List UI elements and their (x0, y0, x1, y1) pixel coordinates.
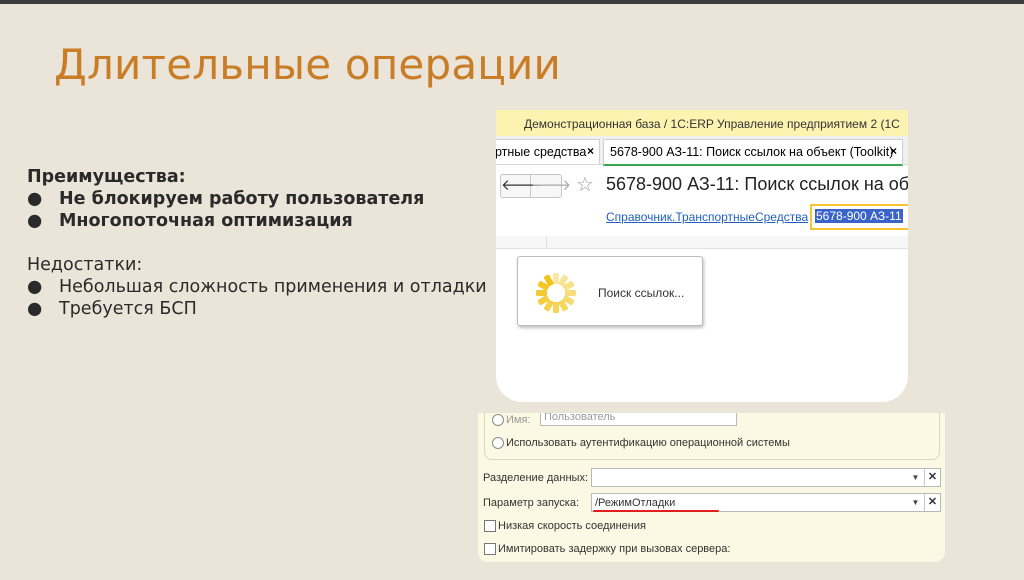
forward-arrow-icon[interactable]: 🡒 (531, 175, 571, 197)
clear-icon[interactable]: ✕ (924, 469, 940, 486)
clear-icon[interactable]: ✕ (924, 494, 940, 511)
os-auth-label: Использовать аутентификацию операционной… (506, 437, 790, 449)
name-radio[interactable] (492, 414, 504, 426)
screenshot-launch-settings: Имя: Пользователь Использовать аутентифи… (478, 413, 945, 562)
list-item: ● Многопоточная оптимизация (27, 211, 353, 231)
highlight-underline (593, 510, 719, 512)
progress-popup: Поиск ссылок... (517, 256, 703, 326)
spinner-segment (553, 273, 559, 284)
catalog-link[interactable]: Справочник.ТранспортныеСредства (606, 210, 808, 224)
tab-label: 5678-900 АЗ-11: Поиск ссылок на объект (… (610, 145, 894, 159)
list-item: ● Требуется БСП (27, 299, 197, 319)
form-title: 5678-900 АЗ-11: Поиск ссылок на объе (606, 174, 908, 194)
bullet-icon: ● (27, 277, 43, 297)
close-icon[interactable]: × (890, 144, 897, 158)
list-item: ● Небольшая сложность применения и отладк… (27, 277, 487, 297)
tab-label: ртные средства (496, 145, 587, 159)
spinner-icon (536, 273, 576, 313)
back-arrow-icon[interactable]: 🡐 (501, 175, 541, 197)
advantages-heading: Преимущества: (27, 167, 186, 187)
os-auth-radio[interactable] (492, 437, 504, 449)
launch-param-label: Параметр запуска: (483, 497, 580, 509)
tab-transport[interactable]: ртные средства × (496, 139, 600, 164)
low-speed-label: Низкая скорость соединения (498, 520, 646, 532)
spinner-segment (565, 290, 576, 296)
data-separation-label: Разделение данных: (483, 472, 589, 484)
window-title: Демонстрационная база / 1С:ERP Управлени… (524, 117, 900, 131)
object-field[interactable]: 5678-900 АЗ-11 (810, 204, 908, 230)
bullet-icon: ● (27, 189, 43, 209)
nav-buttons: 🡐 🡒 (500, 174, 571, 198)
progress-text: Поиск ссылок... (598, 286, 685, 300)
slide-text-body: Преимущества: ● Не блокируем работу польз… (27, 166, 487, 320)
slide-title: Длительные операции (54, 40, 562, 89)
star-icon[interactable]: ☆ (576, 172, 594, 196)
disadvantages-list: ● Небольшая сложность применения и отладк… (27, 276, 487, 320)
window-titlebar: Демонстрационная база / 1С:ERP Управлени… (496, 110, 908, 136)
disadvantages-heading: Недостатки: (27, 255, 143, 275)
launch-param-value: /РежимОтладки (595, 497, 676, 509)
low-speed-checkbox[interactable] (484, 520, 496, 532)
data-separation-input[interactable]: ▼ ✕ (591, 468, 941, 487)
spinner-segment (553, 302, 559, 313)
toolbar-strip (496, 236, 908, 249)
bullet-icon: ● (27, 299, 43, 319)
list-item: ● Не блокируем работу пользователя (27, 189, 425, 209)
field-value: 5678-900 АЗ-11 (815, 209, 903, 223)
close-icon[interactable]: × (587, 144, 594, 158)
delay-label: Имитировать задержку при вызовах сервера… (498, 543, 731, 555)
tab-find-references[interactable]: 5678-900 АЗ-11: Поиск ссылок на объект (… (603, 139, 903, 166)
spinner-segment (536, 290, 547, 296)
chevron-down-icon[interactable]: ▼ (908, 494, 923, 511)
delay-checkbox[interactable] (484, 543, 496, 555)
bullet-icon: ● (27, 211, 43, 231)
screenshot-long-operation-form: Демонстрационная база / 1С:ERP Управлени… (496, 110, 908, 402)
name-label: Имя: (506, 414, 531, 426)
advantages-list: ● Не блокируем работу пользователя ● Много… (27, 188, 487, 232)
name-input[interactable]: Пользователь (540, 413, 737, 426)
chevron-down-icon[interactable]: ▼ (908, 469, 923, 486)
tab-bar: ртные средства × 5678-900 АЗ-11: Поиск с… (496, 136, 908, 166)
